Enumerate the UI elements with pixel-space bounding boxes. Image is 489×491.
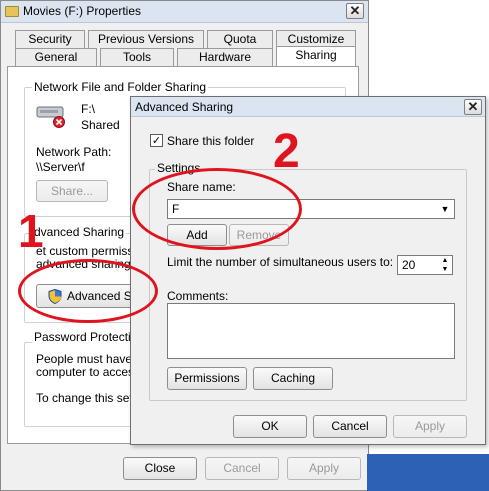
shared-drive-icon: [36, 101, 66, 128]
tab-quota[interactable]: Quota: [207, 30, 273, 48]
permissions-button[interactable]: Permissions: [167, 367, 247, 390]
password-protection-label: Password Protection: [32, 330, 147, 344]
advanced-sharing-label: dvanced Sharing: [32, 225, 127, 239]
properties-close-button[interactable]: ✕: [346, 3, 364, 19]
properties-cancel-button[interactable]: Cancel: [205, 457, 279, 480]
advanced-sharing-titlebar[interactable]: Advanced Sharing ✕: [131, 97, 485, 117]
advanced-sharing-title: Advanced Sharing: [135, 100, 234, 114]
password-change-link[interactable]: To change this setti: [36, 391, 139, 405]
password-desc-2: computer to access: [36, 365, 141, 379]
comments-textarea[interactable]: [167, 303, 455, 359]
desktop-background: [367, 454, 489, 491]
spin-down-icon[interactable]: ▼: [439, 265, 451, 274]
advanced-sharing-desc-1: et custom permissi: [36, 244, 137, 258]
share-button[interactable]: Share...: [36, 180, 108, 202]
limit-users-value: 20: [402, 258, 416, 272]
advanced-sharing-dialog: Advanced Sharing ✕ ✓ Share this folder S…: [130, 96, 486, 445]
caching-button[interactable]: Caching: [253, 367, 333, 390]
tab-hardware[interactable]: Hardware: [177, 48, 273, 66]
advanced-close-button[interactable]: ✕: [464, 99, 482, 115]
step-2-annotation: 2: [273, 125, 300, 178]
network-path-label: Network Path:: [36, 145, 112, 159]
ok-button[interactable]: OK: [233, 415, 307, 438]
drive-icon: [5, 6, 19, 17]
cancel-button[interactable]: Cancel: [313, 415, 387, 438]
step-1-annotation: 1: [18, 205, 44, 257]
properties-apply-button[interactable]: Apply: [287, 457, 361, 480]
drive-letter: F:\: [81, 102, 95, 116]
network-sharing-label: Network File and Folder Sharing: [32, 80, 209, 94]
properties-titlebar[interactable]: Movies (F:) Properties ✕: [1, 1, 368, 23]
dropdown-arrow-icon[interactable]: ▼: [438, 201, 452, 217]
apply-button[interactable]: Apply: [393, 415, 467, 438]
tab-tools[interactable]: Tools: [100, 48, 174, 66]
share-status: Shared: [81, 118, 120, 132]
step-2-highlight-ellipse: [132, 168, 302, 250]
password-desc-1: People must have a: [36, 352, 143, 366]
spin-up-icon[interactable]: ▲: [439, 256, 451, 265]
share-this-folder-label[interactable]: Share this folder: [167, 134, 254, 148]
step-1-highlight-ellipse: [18, 259, 158, 323]
limit-users-label: Limit the number of simultaneous users t…: [167, 255, 394, 269]
tab-sharing[interactable]: Sharing: [276, 46, 356, 66]
properties-title: Movies (F:) Properties: [23, 4, 142, 18]
properties-close-dialog-button[interactable]: Close: [123, 457, 197, 480]
network-path-value: \\Server\f: [36, 160, 85, 174]
share-this-folder-checkbox[interactable]: ✓: [150, 134, 163, 147]
limit-users-spinbox[interactable]: 20 ▲ ▼: [397, 255, 453, 275]
comments-label: Comments:: [167, 289, 229, 303]
tab-previous-versions[interactable]: Previous Versions: [88, 30, 204, 48]
tab-security[interactable]: Security: [15, 30, 85, 48]
tab-general[interactable]: General: [15, 48, 97, 66]
